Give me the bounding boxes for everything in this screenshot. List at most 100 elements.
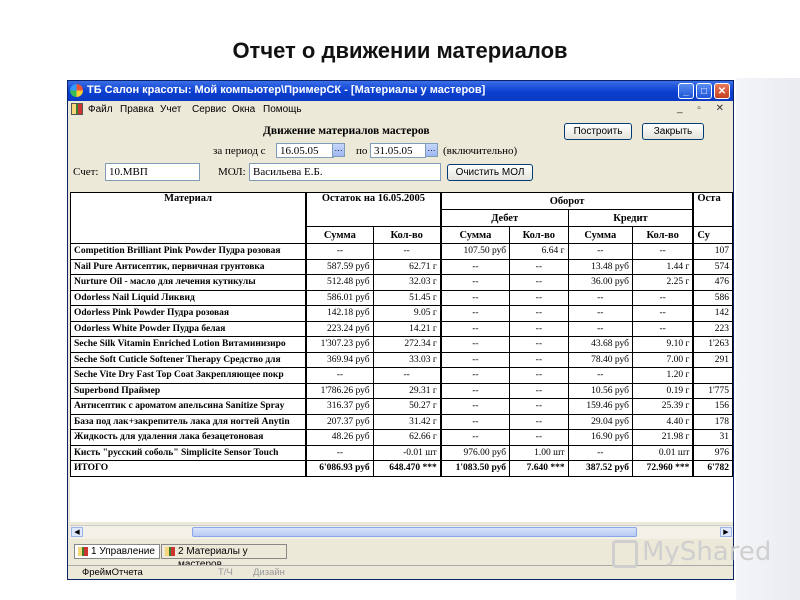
cell-credit-sum: -- [567,243,634,260]
scroll-right-arrow[interactable]: ▶ [720,527,732,537]
table-row[interactable]: Odorless Pink Powder Пудра розовая 142.18… [70,305,733,322]
tab-document-icon [78,547,88,556]
table-row[interactable]: Competition Brilliant Pink Powder Пудра … [70,243,733,260]
cell-credit-sum: 29.04 руб [567,413,634,430]
cell-material: Odorless Nail Liquid Ликвид [70,289,307,306]
menu-edit[interactable]: Правка [120,104,154,115]
date-from-field[interactable]: 16.05.05 [276,143,334,158]
header-debit: Дебет [439,209,569,227]
table-row[interactable]: Seche Silk Vitamin Enriched Lotion Витам… [70,336,733,353]
slide-right-shadow [736,78,800,600]
header-balance-qty: Кол-во [372,226,442,244]
tab-management[interactable]: 1 Управление [74,544,160,559]
cell-material: Superbond Праймер [70,382,307,399]
header-credit-qty: Кол-во [632,226,694,244]
watermark-icon [612,540,638,568]
cell-credit-sum: 387.52 руб [567,460,634,477]
cell-debit-qty: 1.00 шт [509,444,569,461]
clear-mol-button[interactable]: Очистить МОЛ [447,164,533,181]
cell-balance-sum: -- [305,444,374,461]
cell-balance-sum: 512.48 руб [305,274,374,291]
cell-debit-sum: -- [439,398,511,415]
cell-debit-sum: -- [439,274,511,291]
maximize-button[interactable]: □ [696,83,712,99]
app-window: ТБ Салон красоты: Мой компьютер\ПримерСК… [67,80,734,580]
cell-credit-sum: 78.40 руб [567,351,634,368]
title-bar[interactable]: ТБ Салон красоты: Мой компьютер\ПримерСК… [68,81,733,101]
date-from-picker-button[interactable]: … [332,143,345,157]
account-field[interactable]: 10.МВП [105,163,200,181]
scroll-left-arrow[interactable]: ◀ [71,527,83,537]
table-row[interactable]: Superbond Праймер 1'786.26 руб 29.31 г -- --… [70,382,733,399]
header-credit-sum: Сумма [567,226,634,244]
menu-help[interactable]: Помощь [263,104,302,115]
header-credit: Кредит [567,209,694,227]
tab-materials[interactable]: 2 Материалы у мастеров [161,544,287,570]
cell-credit-qty: 0.01 шт [632,444,694,461]
cell-balance-qty: 31.42 г [372,413,442,430]
total-row[interactable]: ИТОГО 6'086.93 руб 648.470 *** 1'083.50 руб… [70,460,733,477]
table-row[interactable]: Антисептик с ароматом апельсина Sanitize… [70,398,733,415]
table-row[interactable]: Nurture Oil - масло для лечения кутикулы… [70,274,733,291]
header-debit-qty: Кол-во [509,226,569,244]
cell-balance-qty: 62.66 г [372,429,442,446]
cell-credit-sum: -- [567,320,634,337]
cell-credit-qty: 72.960 *** [632,460,694,477]
header-material: Материал [70,192,307,244]
horizontal-scrollbar[interactable]: ◀ ▶ [70,525,733,539]
cell-credit-qty: 1.44 г [632,258,694,275]
cell-debit-qty: -- [509,258,569,275]
close-window-button[interactable]: ✕ [714,83,730,99]
cell-balance-sum: 369.94 руб [305,351,374,368]
report-heading: Движение материалов мастеров [263,125,430,137]
cell-debit-qty: 7.640 *** [509,460,569,477]
cell-next-sum [692,367,733,384]
status-mode: Т/Ч [218,567,233,578]
cell-debit-qty: -- [509,398,569,415]
table-row[interactable]: Seche Soft Cuticle Softener Therapy Сред… [70,351,733,368]
cell-next-sum: 31 [692,429,733,446]
mdi-controls[interactable]: _ ▫ ✕ [677,103,730,114]
menu-file[interactable]: Файл [88,104,113,115]
menu-windows[interactable]: Окна [232,104,255,115]
report-params-panel: Движение материалов мастеров за период с… [68,118,733,198]
cell-credit-qty: 0.19 г [632,382,694,399]
cell-balance-sum: 48.26 руб [305,429,374,446]
cell-balance-sum: -- [305,243,374,260]
table-row[interactable]: Odorless White Powder Пудра белая 223.24 … [70,320,733,337]
cell-next-sum: 142 [692,305,733,322]
minimize-button[interactable]: _ [678,83,694,99]
mol-field[interactable]: Васильева Е.Б. [249,163,441,181]
table-row[interactable]: Odorless Nail Liquid Ликвид 586.01 руб 51.… [70,289,733,306]
cell-credit-sum: 16.90 руб [567,429,634,446]
header-next-sum: Су [692,226,733,244]
build-button[interactable]: Построить [564,123,632,140]
cell-credit-sum: -- [567,367,634,384]
table-row[interactable]: Nail Pure Антисептик, первичная грунтовк… [70,258,733,275]
cell-material: Odorless Pink Powder Пудра розовая [70,305,307,322]
close-report-button[interactable]: Закрыть [642,123,704,140]
cell-next-sum: 976 [692,444,733,461]
header-debit-sum: Сумма [439,226,511,244]
date-to-field[interactable]: 31.05.05 [370,143,426,158]
menu-bar: Файл Правка Учет Сервис Окна Помощь _ ▫ … [68,101,733,118]
table-row[interactable]: Жидкость для удаления лака безацетоновая… [70,429,733,446]
date-to-picker-button[interactable]: … [425,143,438,157]
scroll-thumb[interactable] [192,527,637,537]
cell-next-sum: 291 [692,351,733,368]
table-row[interactable]: Seche Vite Dry Fast Top Coat Закрепляюще… [70,367,733,384]
cell-credit-qty: 2.25 г [632,274,694,291]
cell-debit-sum: 976.00 руб [439,444,511,461]
cell-balance-sum: 586.01 руб [305,289,374,306]
cell-material: Кисть "русский соболь" Simplicite Sensor… [70,444,307,461]
table-row[interactable]: Кисть "русский соболь" Simplicite Sensor… [70,444,733,461]
cell-debit-sum: -- [439,351,511,368]
menu-accounting[interactable]: Учет [160,104,181,115]
menu-service[interactable]: Сервис [192,104,226,115]
cell-balance-qty: 62.71 г [372,258,442,275]
status-frame: ФреймОтчета [82,567,143,578]
cell-credit-qty: -- [632,243,694,260]
cell-next-sum: 586 [692,289,733,306]
cell-next-sum: 574 [692,258,733,275]
table-row[interactable]: База под лак+закрепитель лака для ногтей… [70,413,733,430]
